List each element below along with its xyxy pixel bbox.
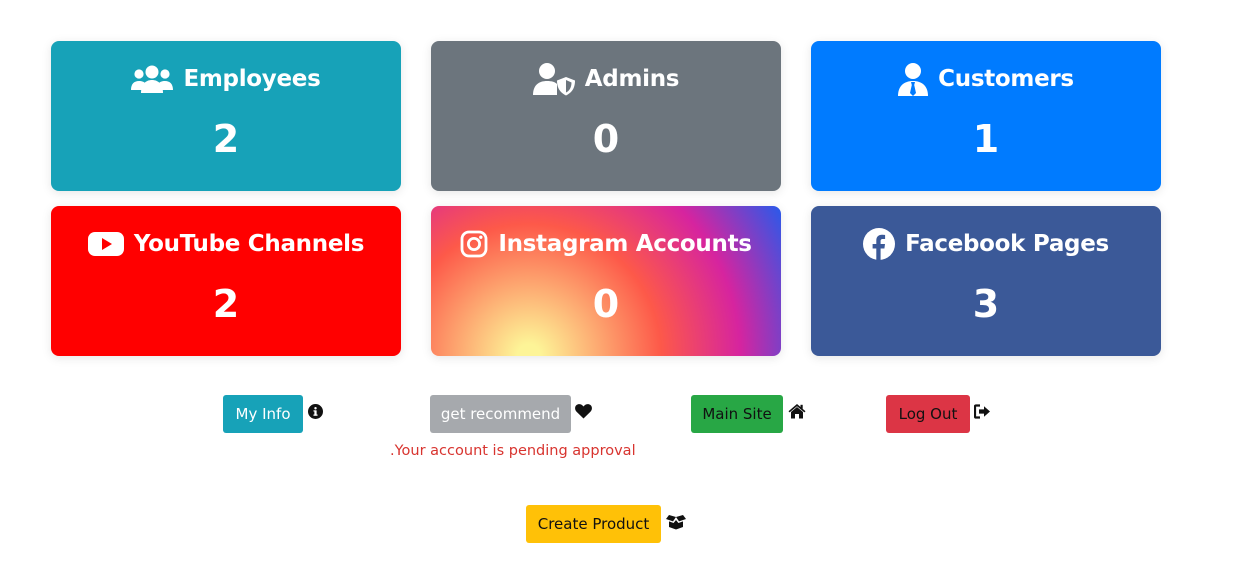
facebook-card: Facebook Pages 3 (811, 206, 1161, 356)
instagram-card: Instagram Accounts 0 (431, 206, 781, 356)
main-site-button[interactable]: Main Site (691, 395, 783, 433)
customers-card: Customers 1 (811, 41, 1161, 191)
log-out-button[interactable]: Log Out (886, 395, 970, 433)
employees-label: Employees (183, 66, 321, 92)
my-info-label: My Info (235, 405, 291, 423)
instagram-card-header: Instagram Accounts (431, 224, 781, 264)
youtube-label: YouTube Channels (133, 231, 365, 257)
facebook-label: Facebook Pages (905, 231, 1109, 257)
youtube-count: 2 (212, 282, 240, 326)
customers-count: 1 (972, 117, 1000, 161)
box-open-icon (666, 514, 686, 534)
youtube-icon (87, 231, 124, 257)
facebook-card-header: Facebook Pages (811, 224, 1161, 264)
heart-icon (575, 404, 592, 423)
facebook-count: 3 (972, 282, 1000, 326)
customers-card-header: Customers (811, 59, 1161, 99)
employees-card-header: Employees (51, 59, 401, 99)
users-icon (131, 63, 174, 95)
my-info-button[interactable]: My Info (223, 395, 303, 433)
info-circle-icon (308, 404, 323, 423)
employees-card: Employees 2 (51, 41, 401, 191)
account-pending-notice: .Your account is pending approval (390, 443, 636, 459)
instagram-count: 0 (592, 282, 620, 326)
user-tie-icon (898, 62, 929, 96)
main-site-label: Main Site (702, 405, 772, 423)
admins-card-header: Admins (431, 59, 781, 99)
youtube-card: YouTube Channels 2 (51, 206, 401, 356)
sign-out-icon (973, 404, 991, 423)
log-out-label: Log Out (898, 405, 958, 423)
create-product-label: Create Product (537, 515, 650, 533)
get-recommend-label: get recommend (440, 405, 561, 423)
home-icon (788, 403, 806, 423)
instagram-label: Instagram Accounts (498, 231, 752, 257)
facebook-icon (863, 228, 896, 260)
employees-count: 2 (212, 117, 240, 161)
admins-count: 0 (592, 117, 620, 161)
admins-label: Admins (584, 66, 680, 92)
admins-card: Admins 0 (431, 41, 781, 191)
youtube-card-header: YouTube Channels (51, 224, 401, 264)
customers-label: Customers (938, 66, 1074, 92)
create-product-button[interactable]: Create Product (526, 505, 661, 543)
user-shield-icon (532, 62, 575, 96)
get-recommend-button[interactable]: get recommend (430, 395, 571, 433)
instagram-icon (460, 230, 488, 258)
